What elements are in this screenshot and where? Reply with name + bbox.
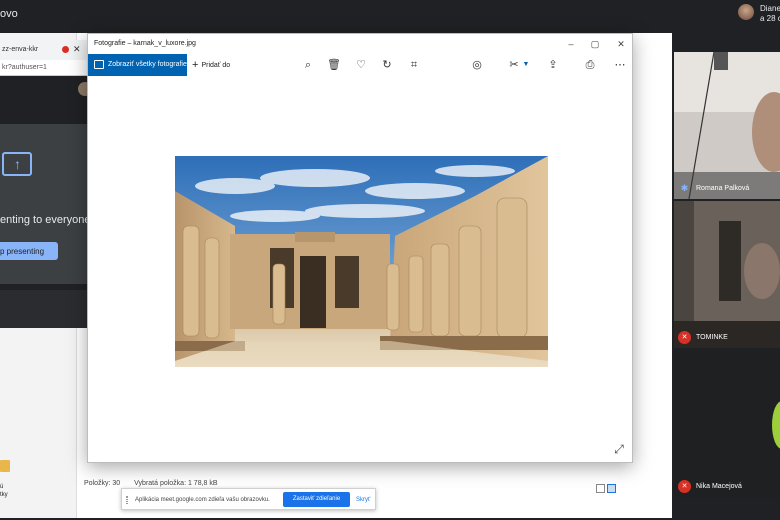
drag-handle-icon[interactable]: [126, 496, 128, 504]
plus-icon: +: [192, 59, 199, 71]
photo-image: [175, 156, 548, 367]
desktop-label: ú: [0, 484, 4, 490]
desktop-label: tky: [0, 492, 8, 498]
enhance-icon[interactable]: ◎: [469, 57, 485, 73]
minimize-icon[interactable]: –: [564, 37, 578, 51]
participant-tile[interactable]: ✕ Nika Macejová: [674, 350, 780, 498]
chrome-bottom-area: [0, 290, 88, 328]
close-icon[interactable]: ✕: [73, 44, 81, 55]
zoom-icon[interactable]: ⌕: [300, 57, 316, 73]
participant-video: [674, 52, 780, 199]
presenting-message: enting to everyone: [0, 214, 88, 226]
maximize-icon[interactable]: ▢: [588, 37, 602, 51]
stop-presenting-button[interactable]: p presenting: [0, 242, 58, 260]
presenter-name: Diane: [760, 4, 780, 13]
screen-sharing-notification: Aplikácia meet.google.com zdieľa vašu ob…: [121, 488, 376, 510]
view-toggle[interactable]: [596, 480, 620, 493]
browser-tab[interactable]: zz-enva-kkr ✕: [0, 40, 88, 60]
presenter-subtitle: a 28 c: [760, 14, 780, 23]
crop-icon[interactable]: ⌗: [406, 57, 422, 73]
photos-toolbar: Zobraziť všetky fotografie + Pridať do ⌕ …: [88, 52, 632, 78]
meeting-title: ovo: [0, 8, 18, 20]
presenter-card[interactable]: Diane a 28 c: [736, 0, 780, 26]
sharing-message: Aplikácia meet.google.com zdieľa vašu ob…: [135, 497, 270, 503]
share-icon[interactable]: ⇪: [545, 57, 561, 73]
fullscreen-icon[interactable]: ⤢: [612, 442, 626, 456]
karnak-photo: [175, 156, 548, 367]
window-title: Fotografie – karnak_v_luxore.jpg: [94, 40, 196, 47]
mic-off-icon: ✕: [678, 480, 691, 493]
participant-tile[interactable]: ✱ Romana Palková: [674, 52, 780, 199]
print-icon[interactable]: ⎙: [582, 57, 598, 73]
participant-name: TOMINKE: [696, 334, 728, 341]
folder-icon[interactable]: [0, 460, 10, 472]
view-all-photos-label: Zobraziť všetky fotografie: [108, 61, 187, 68]
title-bar: Fotografie – karnak_v_luxore.jpg – ▢ ✕: [88, 34, 632, 52]
selected-info: Vybratá položka: 1 78,8 kB: [134, 480, 218, 487]
details-view-icon[interactable]: [596, 484, 605, 493]
participant-tile[interactable]: ✕ TOMINKE: [674, 201, 780, 348]
delete-icon[interactable]: 🗑: [326, 57, 342, 73]
rotate-icon[interactable]: ↻: [379, 57, 395, 73]
mic-on-icon: ✱: [680, 183, 689, 193]
meet-screen: ovo Diane a 28 c Položky: 30 Vybratá pol…: [0, 0, 780, 520]
participant-name: Nika Macejová: [696, 483, 742, 490]
mic-off-icon: ✕: [678, 331, 691, 344]
heart-icon[interactable]: ♡: [353, 57, 369, 73]
chrome-window: zz-enva-kkr ✕ kr?authuser=1 ↑ enting to …: [0, 40, 88, 328]
items-count: Položky: 30: [84, 480, 121, 487]
present-icon: ↑: [2, 152, 32, 176]
photos-app-window: Fotografie – karnak_v_luxore.jpg – ▢ ✕ Z…: [87, 33, 633, 463]
avatar: [738, 4, 754, 20]
recording-indicator-icon: [62, 46, 69, 53]
hide-button[interactable]: Skryť: [356, 497, 370, 503]
add-to-label: Pridať do: [201, 62, 231, 69]
address-bar[interactable]: kr?authuser=1: [0, 60, 88, 76]
close-icon[interactable]: ✕: [614, 37, 628, 51]
tab-label: zz-enva-kkr: [2, 46, 39, 53]
participant-video: [674, 350, 780, 498]
tiles-view-icon[interactable]: [607, 484, 616, 493]
participant-name: Romana Palková: [696, 185, 750, 192]
explorer-status-bar: Položky: 30 Vybratá položka: 1 78,8 kB: [84, 480, 230, 487]
presenting-card: ↑ enting to everyone p presenting: [0, 124, 88, 284]
participant-video: [674, 201, 780, 348]
view-all-photos-button[interactable]: Zobraziť všetky fotografie: [88, 54, 187, 76]
chevron-down-icon[interactable]: ▼: [518, 57, 534, 73]
stop-sharing-button[interactable]: Zastaviť zdieľanie: [283, 492, 350, 507]
more-icon[interactable]: ⋯: [612, 57, 628, 73]
photos-icon: [94, 60, 104, 69]
add-to-button[interactable]: + Pridať do: [192, 59, 230, 71]
